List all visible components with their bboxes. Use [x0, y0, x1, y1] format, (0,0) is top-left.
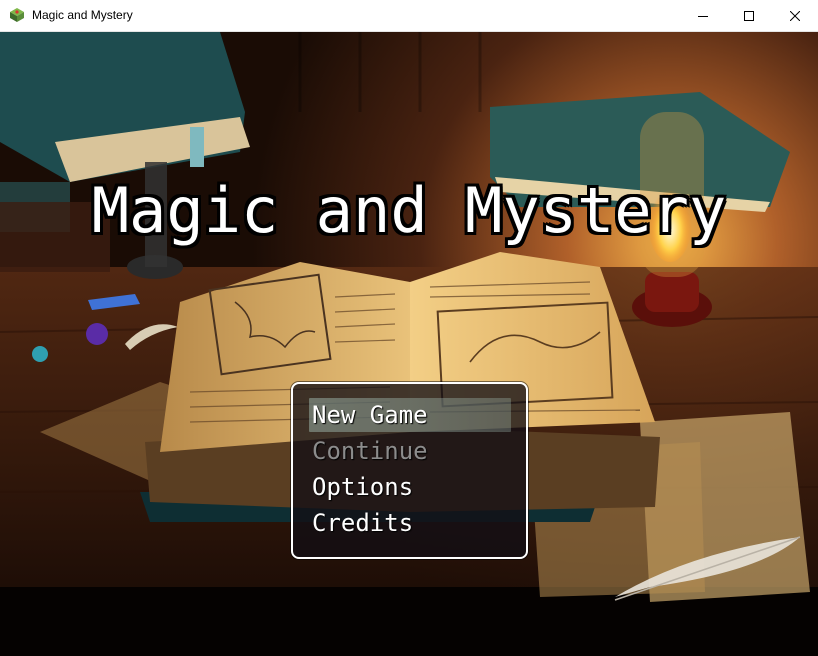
minimize-button[interactable]	[680, 0, 726, 31]
maximize-button[interactable]	[726, 0, 772, 31]
window-title: Magic and Mystery	[32, 8, 133, 22]
close-button[interactable]	[772, 0, 818, 31]
window-titlebar: Magic and Mystery	[0, 0, 818, 32]
title-background-scene	[0, 32, 818, 656]
minimize-icon	[698, 15, 708, 17]
game-title: Magic and Mystery	[91, 174, 727, 247]
game-viewport[interactable]: Magic and Mystery New Game Continue Opti…	[0, 32, 818, 656]
menu-item-new-game[interactable]: New Game	[309, 398, 511, 432]
menu-item-credits[interactable]: Credits	[312, 506, 512, 540]
title-command-menu: New Game Continue Options Credits	[291, 382, 528, 559]
close-icon	[790, 10, 800, 21]
rpg-maker-app-icon	[10, 8, 24, 22]
menu-item-continue[interactable]: Continue	[312, 434, 512, 468]
menu-item-options[interactable]: Options	[312, 470, 512, 504]
maximize-icon	[744, 10, 754, 21]
